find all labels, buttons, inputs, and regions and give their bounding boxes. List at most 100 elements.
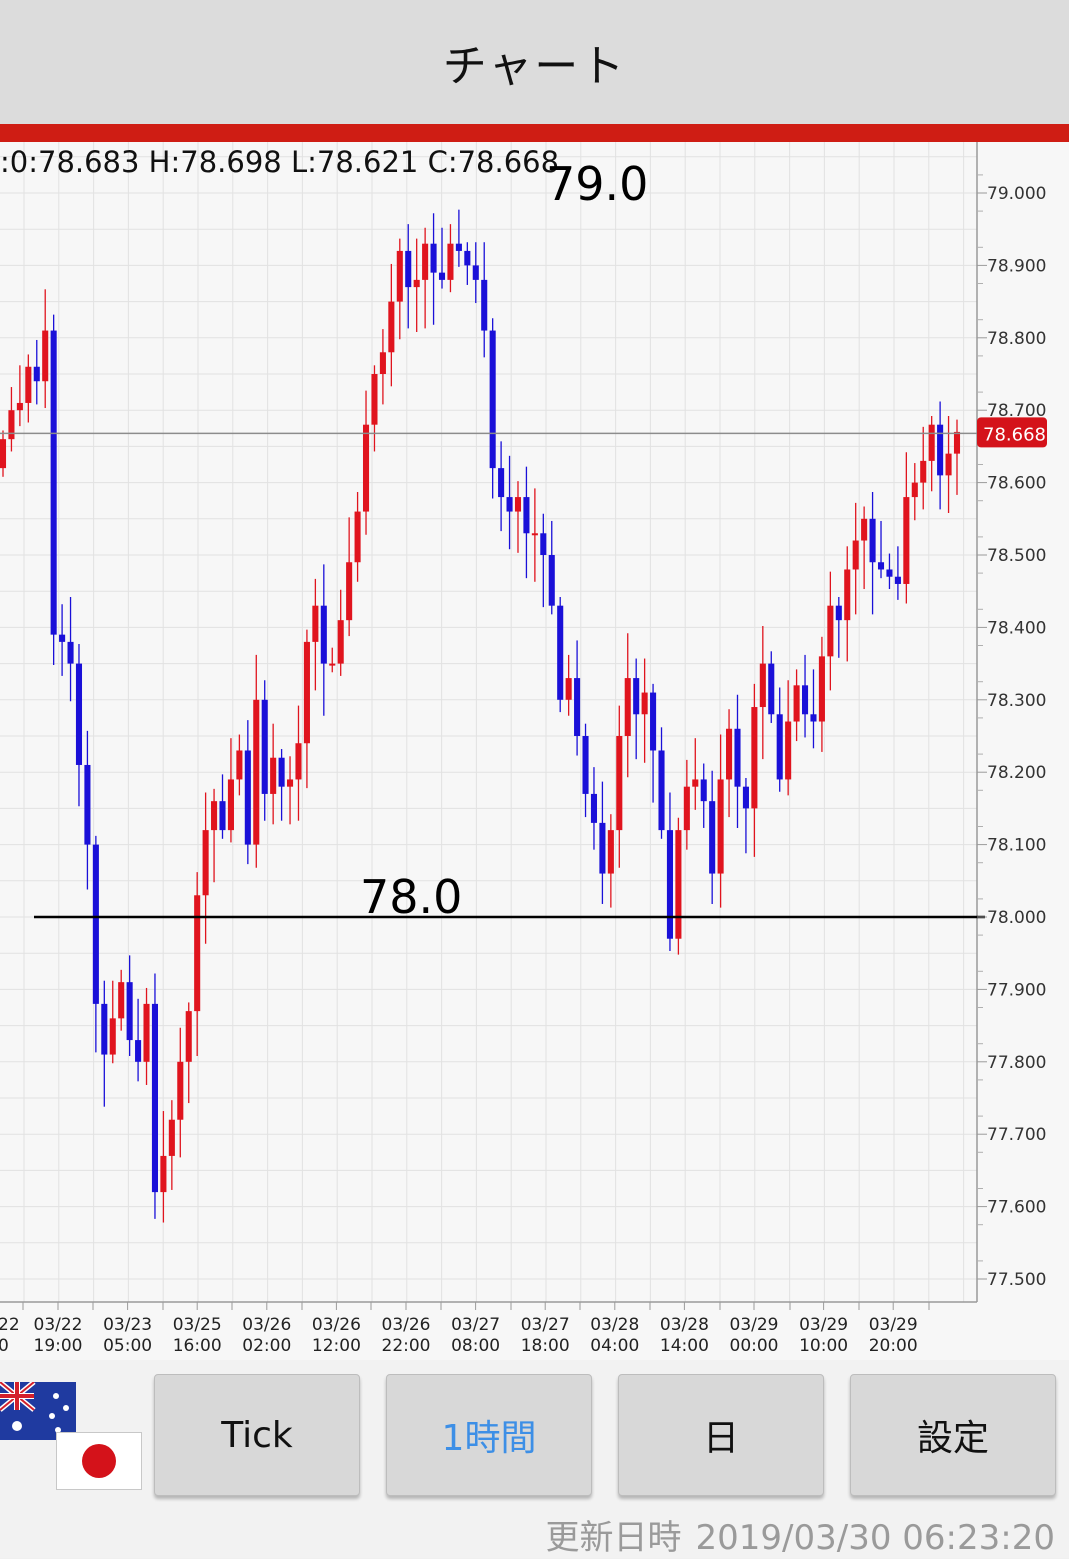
hour-1-button[interactable]: 1時間	[386, 1374, 592, 1496]
candle	[928, 415, 935, 492]
x-tick-time: 22:00	[382, 1336, 431, 1356]
candle	[185, 1002, 192, 1104]
candle	[455, 209, 462, 267]
candle-body	[861, 518, 868, 541]
candle-body	[219, 801, 226, 831]
candle-body	[675, 830, 682, 939]
candle	[244, 720, 251, 865]
candle-body	[523, 497, 530, 534]
candle-body	[8, 410, 15, 440]
x-tick-date: 03/27	[451, 1315, 500, 1335]
y-tick-label: 78.900	[987, 256, 1046, 276]
candle	[236, 734, 243, 796]
y-tick-label: 78.600	[987, 474, 1046, 494]
candle-body	[894, 576, 901, 584]
candle	[329, 647, 336, 673]
candle-body	[236, 750, 243, 780]
time-axis: 03/2219:0003/2305:0003/2516:0003/2602:00…	[22, 1302, 930, 1356]
candle	[388, 263, 395, 387]
x-tick-time: 04:00	[590, 1336, 639, 1356]
candle-body	[953, 431, 961, 454]
candle-body	[438, 272, 446, 280]
candle-body	[818, 656, 825, 722]
x-tick-time: 08:00	[451, 1336, 500, 1356]
candle	[405, 224, 412, 329]
candle-body	[337, 620, 344, 664]
candle	[464, 242, 471, 285]
candle	[540, 513, 547, 608]
candlestick-chart[interactable]: 79.00078.90078.80078.70078.60078.50078.4…	[0, 142, 1069, 1360]
candle	[109, 980, 116, 1064]
candle-body	[717, 779, 724, 874]
candle-body	[194, 895, 201, 1012]
y-tick-label: 79.000	[987, 184, 1046, 204]
candle-body	[447, 243, 454, 280]
candle	[945, 415, 952, 514]
y-tick-label: 78.100	[987, 836, 1046, 856]
chart-area[interactable]: 79.000 78.900 78.800 78.700 78.600 78.500 78.4…	[0, 142, 1069, 1360]
candles	[0, 209, 961, 1223]
candle	[0, 430, 7, 477]
candle	[557, 596, 564, 713]
candle	[675, 817, 682, 955]
x-tick-date: 03/29	[869, 1315, 918, 1335]
candle	[278, 749, 285, 821]
settings-button[interactable]: 設定	[850, 1374, 1056, 1496]
candle-body	[785, 721, 792, 780]
candle	[295, 705, 302, 821]
candle	[438, 227, 446, 289]
candle	[135, 998, 142, 1082]
day-button[interactable]: 日	[618, 1374, 824, 1496]
y-tick-label: 77.700	[987, 1125, 1046, 1145]
candle	[160, 1111, 167, 1223]
candle	[396, 238, 403, 340]
bottom-bar: Tick 1時間 日 設定 更新日時 2019/03/30 06:23:20	[0, 1360, 1069, 1558]
x-tick-date: 03/25	[173, 1315, 222, 1335]
candle-body	[126, 982, 133, 1041]
last-updated: 更新日時 2019/03/30 06:23:20	[532, 1510, 1055, 1559]
candle-body	[616, 736, 623, 831]
candle	[894, 546, 901, 600]
candle	[84, 730, 91, 890]
candle-body	[185, 1011, 192, 1062]
candle-body	[531, 533, 538, 536]
x-tick-date: 03/22	[34, 1315, 83, 1335]
tick-button[interactable]: Tick	[154, 1374, 360, 1496]
candle	[75, 644, 83, 807]
updated-label: 更新日時	[545, 1518, 682, 1558]
candle-body	[540, 533, 547, 555]
candle-body	[227, 779, 234, 831]
candle	[801, 654, 809, 738]
ohlc-readout: :0:78.683 H:78.698 L:78.621 C:78.668	[0, 145, 559, 179]
candle-body	[354, 511, 361, 563]
candle-body	[633, 678, 640, 715]
candle	[126, 955, 133, 1057]
candle	[937, 401, 944, 510]
candle-body	[109, 1018, 116, 1055]
candle-body	[50, 330, 57, 635]
candle	[211, 788, 218, 883]
title-bar: チャート	[0, 0, 1069, 124]
candle	[590, 767, 598, 850]
candle	[59, 604, 66, 676]
candle-body	[329, 663, 336, 666]
candle	[219, 774, 226, 839]
x-tick-time: 18:00	[521, 1336, 570, 1356]
candle	[447, 224, 454, 293]
x-tick-time: 12:00	[312, 1336, 361, 1356]
candle	[143, 987, 150, 1085]
candle-body	[84, 764, 91, 845]
x-tick-time: 02:00	[242, 1336, 291, 1356]
y-tick-label: 77.500	[987, 1270, 1046, 1290]
candle	[751, 683, 758, 857]
candle-body	[362, 424, 370, 512]
candle	[101, 980, 108, 1107]
y-tick-label: 78.000	[987, 908, 1046, 928]
candle-body	[793, 685, 800, 722]
candle	[633, 658, 640, 760]
candle-body	[101, 1003, 108, 1055]
candle	[641, 658, 648, 763]
candle	[709, 770, 716, 904]
candle	[742, 777, 749, 854]
candle	[726, 709, 733, 818]
